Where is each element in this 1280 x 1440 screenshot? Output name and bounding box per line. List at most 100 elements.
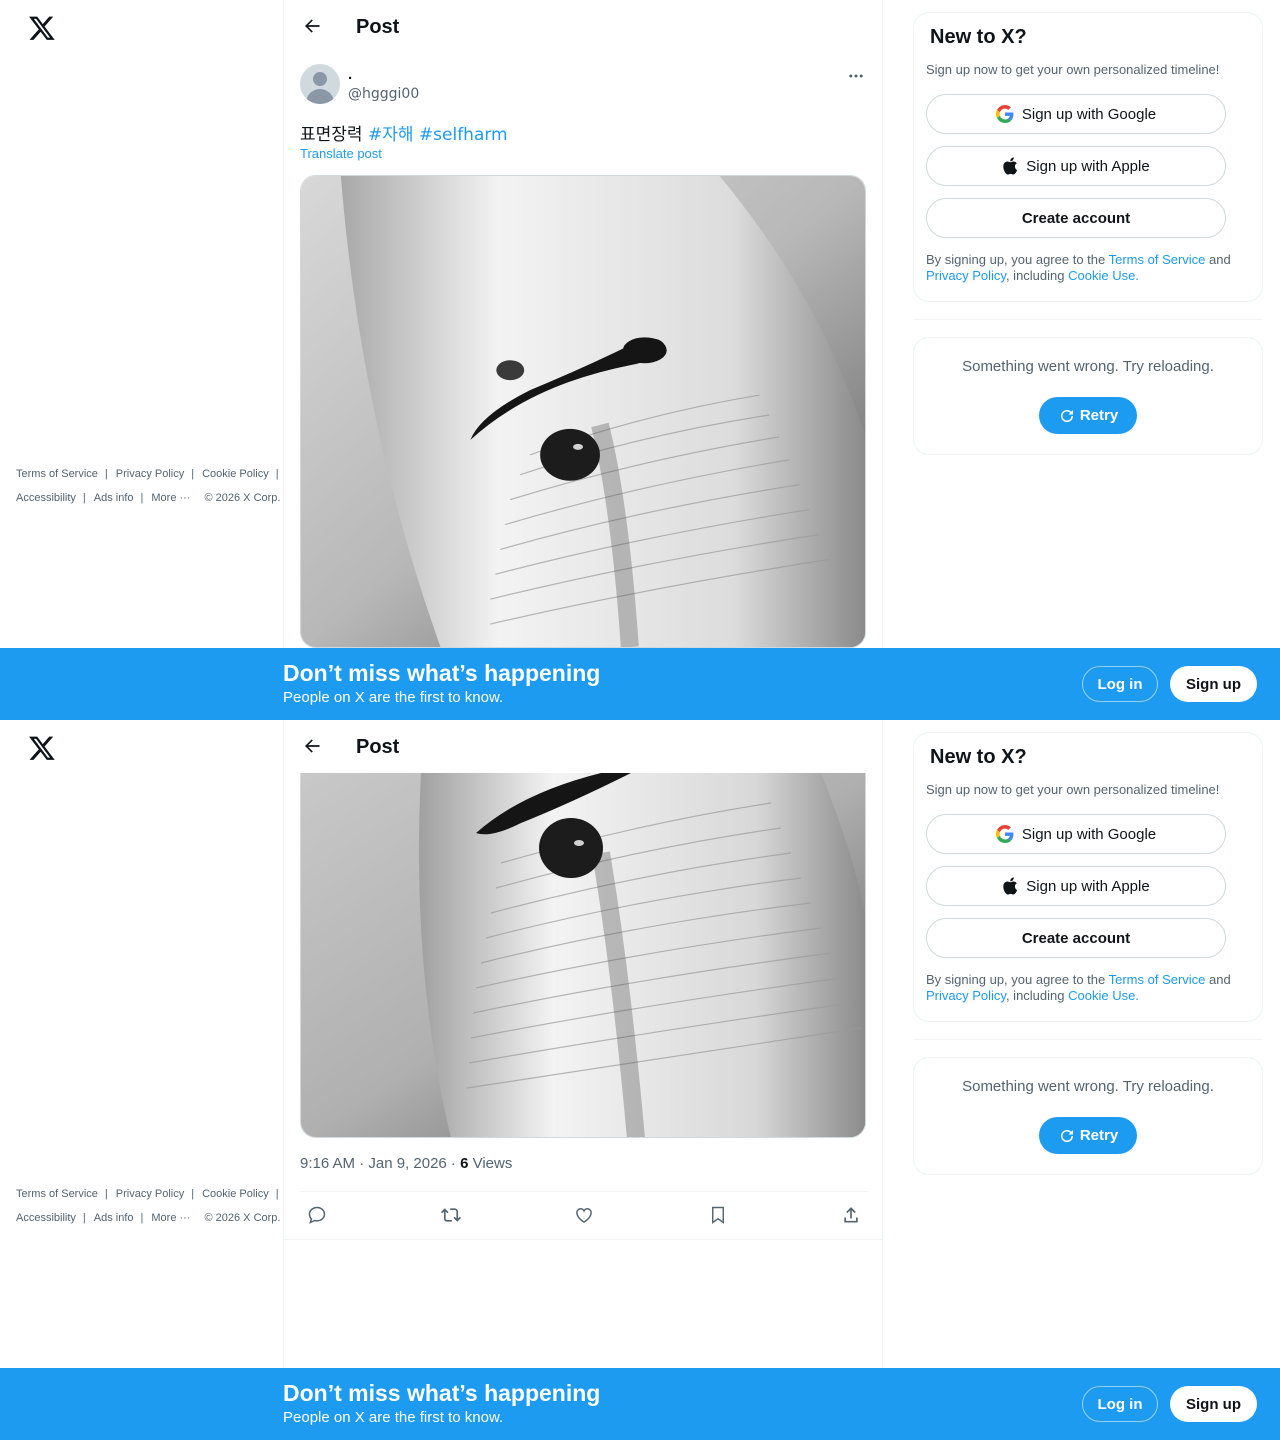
signup-banner: Don’t miss what’s happening People on X … xyxy=(0,1368,1280,1440)
banner-title: Don’t miss what’s happening xyxy=(283,1380,601,1406)
cookie-link[interactable]: Cookie Use. xyxy=(1068,988,1139,1003)
footer-more[interactable]: More ··· xyxy=(151,1212,190,1224)
signup-card-subtitle: Sign up now to get your own personalized… xyxy=(926,782,1220,797)
page-title: Post xyxy=(356,16,400,38)
login-button[interactable]: Log in xyxy=(1082,1386,1158,1422)
retry-button[interactable]: Retry xyxy=(1039,397,1137,434)
translate-post-link[interactable]: Translate post xyxy=(300,146,382,161)
post-text: 표면장력 #자해 #selfharm xyxy=(300,120,508,145)
error-message: Something went wrong. Try reloading. xyxy=(962,358,1214,375)
legal-text: By signing up, you agree to the Terms of… xyxy=(926,972,1252,1004)
avatar[interactable] xyxy=(300,64,340,104)
footer-terms[interactable]: Terms of Service xyxy=(16,468,98,480)
apple-icon xyxy=(1002,157,1018,175)
footer-terms[interactable]: Terms of Service xyxy=(16,1188,98,1200)
privacy-link[interactable]: Privacy Policy xyxy=(926,988,1006,1003)
signup-card-subtitle: Sign up now to get your own personalized… xyxy=(926,62,1220,77)
footer-cookie[interactable]: Cookie Policy xyxy=(202,468,269,480)
signup-card-title: New to X? xyxy=(930,26,1027,48)
google-icon xyxy=(995,825,1014,843)
post-header: Post xyxy=(284,720,882,773)
refresh-icon xyxy=(1060,409,1073,422)
like-icon[interactable] xyxy=(567,1198,601,1232)
error-card: Something went wrong. Try reloading. Ret… xyxy=(913,1057,1263,1175)
legal-including: , including xyxy=(1005,268,1069,283)
terms-link[interactable]: Terms of Service xyxy=(1109,972,1206,987)
retry-button[interactable]: Retry xyxy=(1039,1117,1137,1154)
footer-accessibility[interactable]: Accessibility xyxy=(16,1212,76,1224)
banner-subtitle: People on X are the first to know. xyxy=(283,689,504,706)
footer-more[interactable]: More ··· xyxy=(151,492,190,504)
viewport-top: Post . @hgggi00 표면장력 #자해 #selfharm Trans… xyxy=(0,0,1280,720)
page-title: Post xyxy=(356,736,400,758)
views-label: Views xyxy=(468,1155,513,1172)
terms-link[interactable]: Terms of Service xyxy=(1109,252,1206,267)
apple-icon xyxy=(1002,877,1018,895)
footer-cookie[interactable]: Cookie Policy xyxy=(202,1188,269,1200)
footer-privacy[interactable]: Privacy Policy xyxy=(116,1188,184,1200)
post-image[interactable] xyxy=(300,773,866,1138)
apple-signup-button[interactable]: Sign up with Apple xyxy=(926,146,1226,186)
legal-and: and xyxy=(1205,252,1231,267)
create-account-button[interactable]: Create account xyxy=(926,198,1226,238)
legal-prefix: By signing up, you agree to the xyxy=(926,252,1109,267)
google-icon xyxy=(995,105,1014,123)
user-handle[interactable]: @hgggi00 xyxy=(348,86,419,102)
repost-icon[interactable] xyxy=(434,1198,468,1232)
error-message: Something went wrong. Try reloading. xyxy=(962,1078,1214,1095)
retry-label: Retry xyxy=(1079,1127,1119,1144)
cookie-link[interactable]: Cookie Use. xyxy=(1068,268,1139,283)
back-arrow-icon[interactable] xyxy=(298,732,326,760)
footer-accessibility[interactable]: Accessibility xyxy=(16,492,76,504)
google-signup-label: Sign up with Google xyxy=(1021,105,1157,123)
primary-column: Post . @hgggi00 표면장력 #자해 #selfharm Trans… xyxy=(283,0,883,720)
signup-card-title: New to X? xyxy=(930,746,1027,768)
hashtag-link[interactable]: #selfharm xyxy=(419,125,508,145)
divider xyxy=(284,1239,882,1240)
hashtag-link[interactable]: #자해 xyxy=(368,125,414,145)
google-signup-button[interactable]: Sign up with Google xyxy=(926,94,1226,134)
share-icon[interactable] xyxy=(834,1198,868,1232)
post-meta: 9:16 AM · Jan 9, 2026 · 6 Views xyxy=(300,1155,512,1172)
signup-button[interactable]: Sign up xyxy=(1170,666,1257,702)
banner-subtitle: People on X are the first to know. xyxy=(283,1409,504,1426)
banner-title: Don’t miss what’s happening xyxy=(283,660,601,686)
post-header: Post xyxy=(284,0,882,53)
legal-including: , including xyxy=(1005,988,1069,1003)
viewport-bottom: Post 9:16 AM · Jan 9, 2026 · 6 Views New… xyxy=(0,720,1280,1440)
copyright: © 2026 X Corp. xyxy=(204,1212,281,1224)
footer-ads[interactable]: Ads info xyxy=(94,1212,134,1224)
google-signup-label: Sign up with Google xyxy=(1021,825,1157,843)
google-signup-button[interactable]: Sign up with Google xyxy=(926,814,1226,854)
bookmark-icon[interactable] xyxy=(701,1198,735,1232)
signup-button[interactable]: Sign up xyxy=(1170,1386,1257,1422)
divider xyxy=(913,1039,1263,1040)
post-image[interactable] xyxy=(300,175,866,648)
error-card: Something went wrong. Try reloading. Ret… xyxy=(913,337,1263,455)
signup-banner: Don’t miss what’s happening People on X … xyxy=(0,648,1280,720)
apple-signup-label: Sign up with Apple xyxy=(1026,877,1150,895)
post-timestamp[interactable]: 9:16 AM · Jan 9, 2026 · xyxy=(300,1155,460,1172)
more-options-icon[interactable] xyxy=(844,64,868,88)
legal-text: By signing up, you agree to the Terms of… xyxy=(926,252,1252,284)
display-name[interactable]: . xyxy=(348,66,352,83)
back-arrow-icon[interactable] xyxy=(298,12,326,40)
x-logo-icon[interactable] xyxy=(28,734,56,762)
create-account-button[interactable]: Create account xyxy=(926,918,1226,958)
retry-label: Retry xyxy=(1079,407,1119,424)
post-actions xyxy=(300,1192,868,1238)
footer-ads[interactable]: Ads info xyxy=(94,492,134,504)
signup-card: New to X? Sign up now to get your own pe… xyxy=(913,732,1263,1022)
x-logo-icon[interactable] xyxy=(28,14,56,42)
sidebar: New to X? Sign up now to get your own pe… xyxy=(913,732,1263,1175)
apple-signup-button[interactable]: Sign up with Apple xyxy=(926,866,1226,906)
post-body: 표면장력 xyxy=(300,125,368,145)
footer-links: Terms of Service | Privacy Policy | Cookie P… xyxy=(16,468,281,504)
copyright: © 2026 X Corp. xyxy=(204,492,281,504)
footer-privacy[interactable]: Privacy Policy xyxy=(116,468,184,480)
legal-and: and xyxy=(1205,972,1231,987)
legal-prefix: By signing up, you agree to the xyxy=(926,972,1109,987)
privacy-link[interactable]: Privacy Policy xyxy=(926,268,1006,283)
login-button[interactable]: Log in xyxy=(1082,666,1158,702)
sidebar: New to X? Sign up now to get your own pe… xyxy=(913,12,1263,455)
